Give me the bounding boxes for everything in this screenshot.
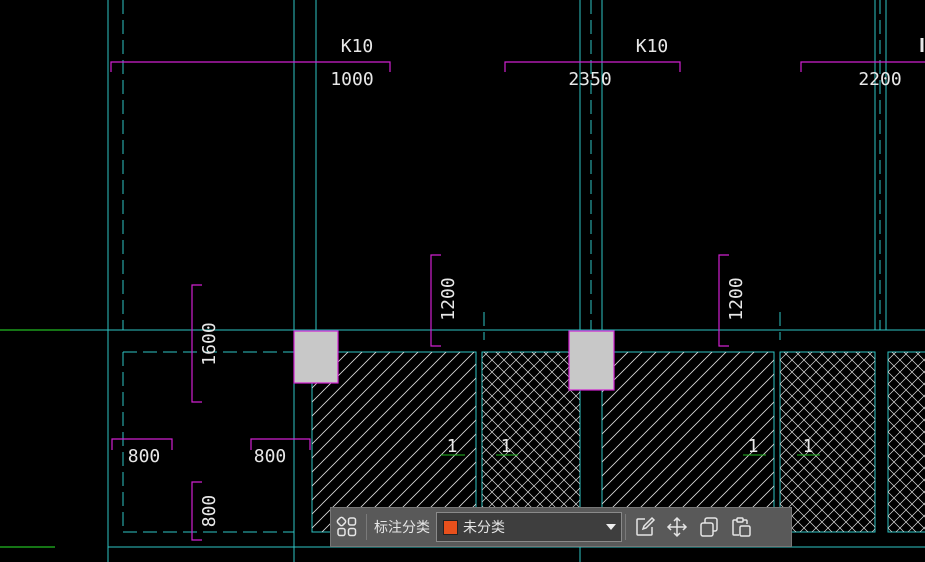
column-label-1: K10 — [341, 36, 374, 57]
hatch-block-5 — [888, 352, 925, 532]
column-left[interactable] — [293, 330, 339, 384]
dim-v-2: 1200 — [438, 277, 459, 320]
category-label: 标注分类 — [374, 520, 430, 536]
dim-v-4: 800 — [199, 495, 220, 528]
column-label-2: K10 — [636, 36, 669, 57]
section-mark-1: 1 — [447, 436, 458, 457]
edit-icon — [636, 516, 656, 536]
category-color-swatch — [443, 519, 458, 535]
hatch-block-4 — [780, 352, 875, 532]
toolbar-separator — [366, 514, 367, 540]
grid-layout-button[interactable] — [331, 511, 363, 543]
category-select[interactable]: 未分类 — [436, 512, 622, 542]
footing-dim-2: 800 — [254, 446, 287, 467]
copy-icon — [700, 517, 718, 537]
dim-v-3: 1200 — [726, 277, 747, 320]
footing-dim-1: 800 — [128, 446, 161, 467]
paste-icon — [732, 517, 751, 537]
edit-button[interactable] — [629, 511, 661, 543]
dim-h-1: 1000 — [330, 69, 373, 90]
hatch-block-2 — [482, 352, 580, 532]
chevron-down-icon — [606, 524, 616, 530]
move-icon — [666, 516, 688, 538]
dim-h-2: 2350 — [568, 69, 611, 90]
grid-layout-icon — [336, 516, 357, 537]
toolbar-separator — [625, 514, 626, 540]
section-mark-4: 1 — [803, 436, 814, 457]
paste-button[interactable] — [725, 511, 757, 543]
annotation-toolbar: 标注分类 未分类 — [330, 507, 792, 547]
copy-button[interactable] — [693, 511, 725, 543]
category-value: 未分类 — [463, 520, 505, 536]
move-button[interactable] — [661, 511, 693, 543]
section-mark-3: 1 — [748, 436, 759, 457]
cad-canvas[interactable]: K10 K10 1000 2350 2200 1600 1200 1200 80… — [0, 0, 925, 562]
column-mid[interactable] — [568, 330, 615, 391]
section-mark-2: 1 — [501, 436, 512, 457]
dim-v-1: 1600 — [199, 322, 220, 365]
dim-h-3: 2200 — [858, 69, 901, 90]
cad-drawing: K10 K10 1000 2350 2200 1600 1200 1200 80… — [0, 0, 925, 562]
